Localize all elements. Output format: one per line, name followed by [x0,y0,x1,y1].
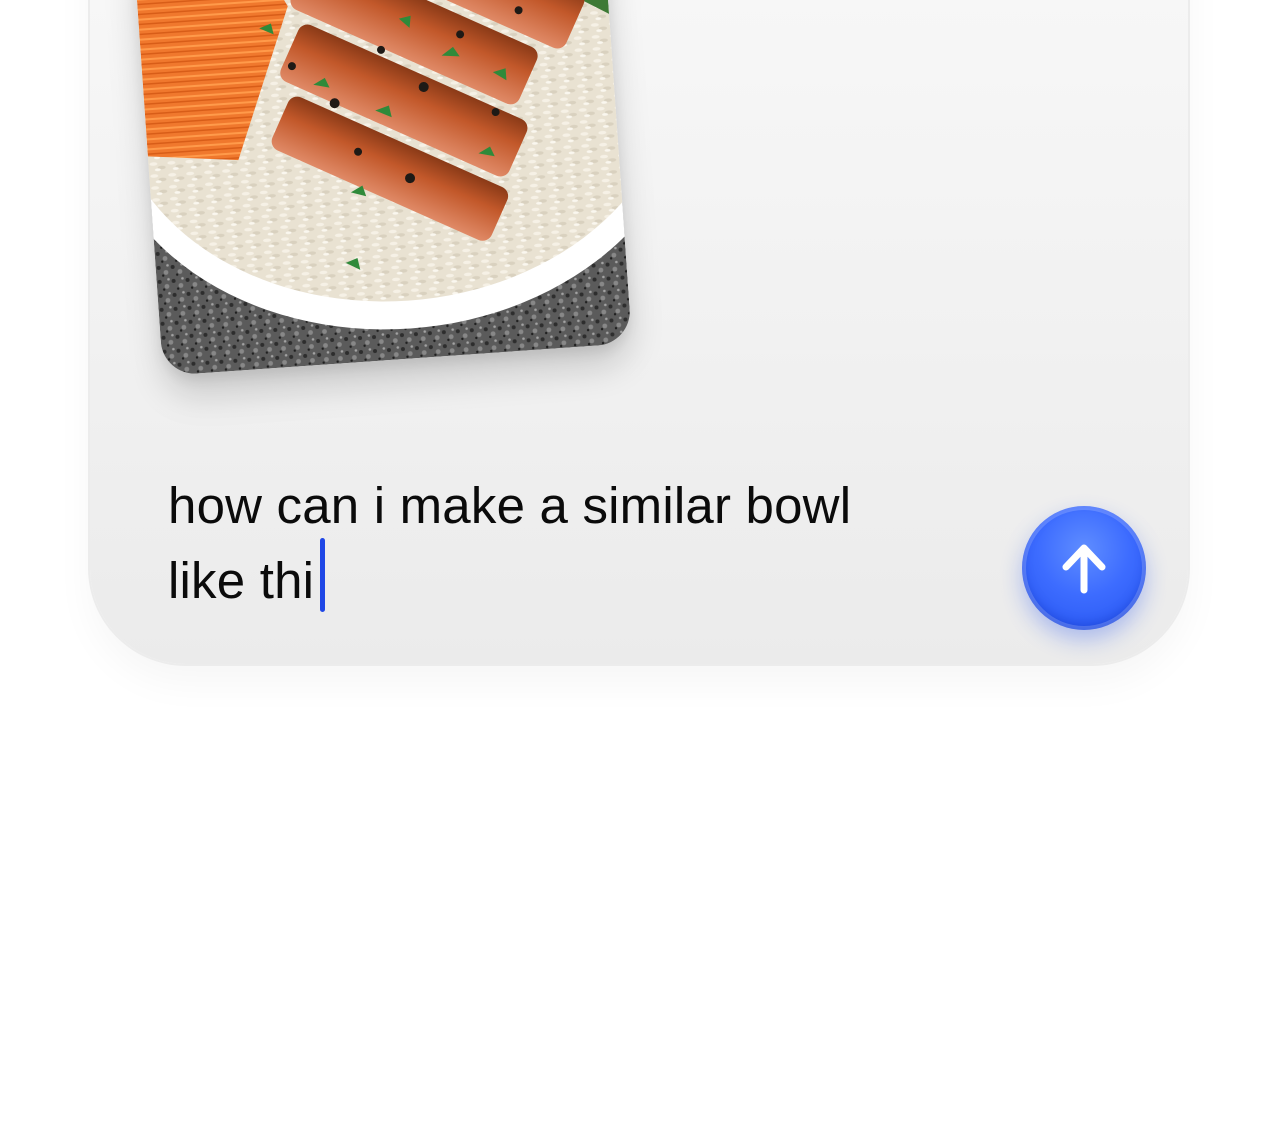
prompt-line-2: like thi [168,552,315,609]
prompt-input[interactable]: how can i make a similar bowl like thi [168,474,968,613]
attached-image[interactable] [133,0,633,376]
prompt-line-1: how can i make a similar bowl [168,477,852,534]
arrow-up-icon [1062,544,1106,594]
text-cursor [320,538,326,612]
food-photo [133,0,633,376]
send-button[interactable] [1022,506,1146,630]
